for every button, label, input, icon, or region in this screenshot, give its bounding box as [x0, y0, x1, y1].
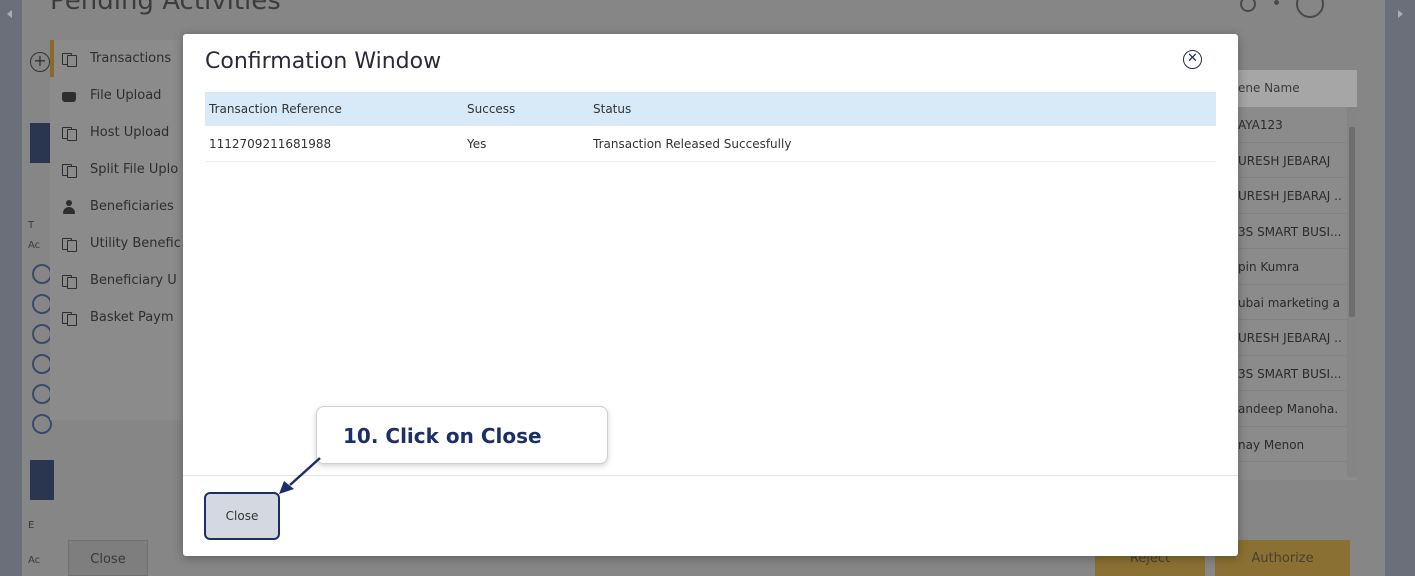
callout-text: 10. Click on Close [343, 424, 542, 448]
menu-item-utility-beneficiaries[interactable]: Utility Benefic [50, 225, 190, 262]
collapse-left-icon[interactable] [7, 10, 12, 18]
collapse-right-icon[interactable] [1398, 10, 1403, 18]
more-icon[interactable] [1274, 0, 1279, 5]
modal-footer [183, 475, 1238, 556]
confirmation-modal: Confirmation Window ✕ Transaction Refere… [183, 34, 1238, 556]
radio-icon[interactable] [32, 414, 52, 434]
refresh-icon[interactable] [1240, 0, 1256, 12]
scrollbar-thumb[interactable] [1349, 127, 1355, 317]
table-header: Transaction Reference Success Status [205, 92, 1216, 126]
table-cell[interactable]: andeep Manoha. [1233, 391, 1357, 427]
documents-icon [62, 274, 77, 289]
activity-type-menu: Transactions File Upload Host Upload Spl… [50, 40, 190, 420]
person-icon [62, 199, 76, 214]
menu-item-host-upload[interactable]: Host Upload [50, 114, 190, 151]
table-cell[interactable]: URESH JEBARAJ [1233, 143, 1357, 178]
column-header-success: Success [467, 102, 516, 116]
documents-icon [62, 311, 77, 326]
table-cell[interactable]: 3S SMART BUSI... [1233, 214, 1357, 249]
table-cell[interactable]: URESH JEBARAJ .. [1233, 178, 1357, 214]
vertical-scrollbar[interactable] [1347, 107, 1357, 477]
left-edge-strip [0, 0, 22, 576]
left-filter-column: + T Ac E Ac [22, 40, 54, 576]
table-cell[interactable]: pin Kumra [1233, 249, 1357, 285]
cell-success: Yes [467, 136, 487, 151]
left-label: Ac [28, 240, 41, 251]
tutorial-callout: 10. Click on Close [316, 406, 608, 464]
radio-icon[interactable] [32, 264, 52, 284]
radio-icon[interactable] [32, 294, 52, 314]
folder-icon [62, 91, 76, 102]
documents-icon [62, 52, 77, 67]
close-button[interactable]: Close [204, 492, 280, 540]
column-header-status: Status [593, 102, 632, 116]
radio-icon[interactable] [32, 384, 52, 404]
menu-item-split-file-upload[interactable]: Split File Uplo [50, 151, 190, 188]
modal-title: Confirmation Window [205, 49, 442, 74]
menu-item-file-upload[interactable]: File Upload [50, 77, 190, 114]
radio-icon[interactable] [32, 324, 52, 344]
menu-item-beneficiary-upload[interactable]: Beneficiary U [50, 262, 190, 299]
documents-icon [62, 237, 77, 252]
header-controls [1240, 0, 1330, 18]
menu-item-transactions[interactable]: Transactions [50, 40, 190, 77]
column-header-reference: Transaction Reference [209, 102, 342, 116]
table-cell[interactable]: nay Menon [1233, 427, 1357, 462]
left-label: Ac [28, 555, 41, 566]
column-header: ene Name [1233, 70, 1357, 107]
table-cell[interactable]: ubai marketing a [1233, 285, 1357, 320]
documents-icon [62, 163, 77, 178]
close-icon[interactable]: ✕ [1183, 50, 1202, 69]
table-cell[interactable]: AYA123 [1233, 107, 1357, 143]
left-filter-toggle[interactable] [30, 460, 54, 500]
right-edge-strip [1385, 0, 1415, 576]
table-cell[interactable]: URESH JEBARAJ .. [1233, 320, 1357, 356]
add-icon[interactable]: + [30, 52, 50, 72]
documents-icon [62, 126, 77, 141]
table-cell[interactable]: 3S SMART BUSI... [1233, 356, 1357, 391]
cell-reference: 1112709211681988 [209, 136, 332, 151]
left-label: T [28, 220, 35, 231]
menu-item-basket-payments[interactable]: Basket Paym [50, 299, 190, 336]
menu-item-beneficiaries[interactable]: Beneficiaries [50, 188, 190, 225]
left-label: E [28, 520, 35, 531]
table-row: 1112709211681988 Yes Transaction Release… [205, 126, 1216, 162]
beneficiary-name-column: ene Name AYA123 URESH JEBARAJ URESH JEBA… [1233, 70, 1357, 480]
help-icon[interactable] [1296, 0, 1324, 18]
page-title: Pending Activities [50, 0, 281, 16]
background-close-button[interactable]: Close [68, 540, 148, 576]
confirmation-table: Transaction Reference Success Status 111… [205, 92, 1216, 162]
radio-icon[interactable] [32, 354, 52, 374]
cell-status: Transaction Released Succesfully [593, 136, 792, 151]
